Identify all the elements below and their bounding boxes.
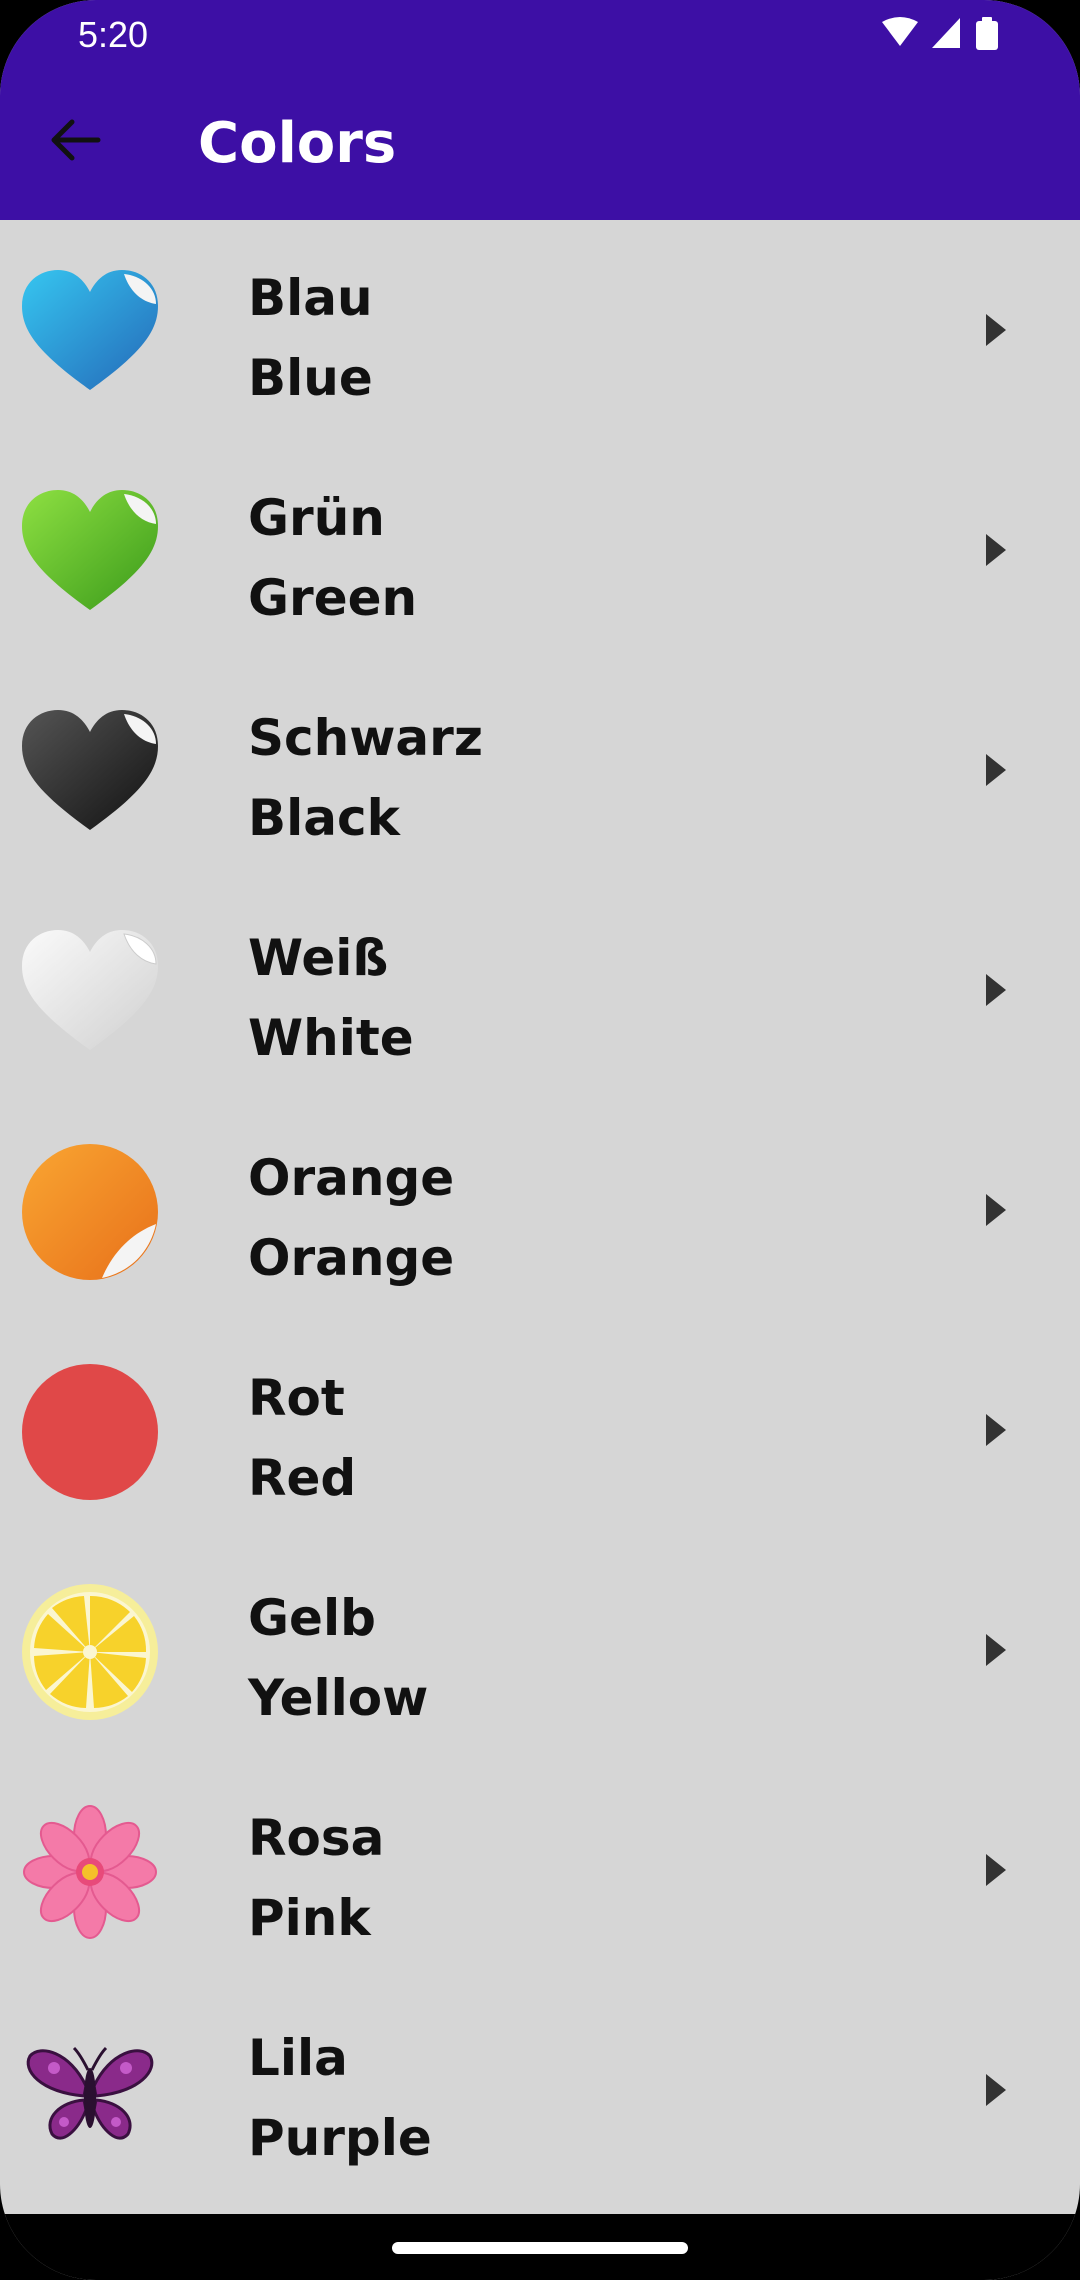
- status-icons: [880, 16, 1010, 52]
- german-word: Schwarz: [248, 709, 483, 767]
- chevron-right-icon: [986, 754, 1006, 786]
- arrow-left-icon: [51, 119, 101, 161]
- signal-icon: [932, 18, 960, 48]
- battery-icon: [976, 17, 998, 50]
- english-word: White: [248, 1009, 414, 1067]
- purple-butterfly-icon: [20, 2022, 160, 2162]
- german-word: Rosa: [248, 1809, 385, 1867]
- black-heart-icon: [20, 702, 160, 842]
- german-word: Rot: [248, 1369, 345, 1427]
- chevron-right-icon: [986, 314, 1006, 346]
- chevron-right-icon: [986, 1414, 1006, 1446]
- green-heart-icon: [20, 482, 160, 622]
- chevron-right-icon: [986, 1634, 1006, 1666]
- lemon-slice-icon: [20, 1582, 160, 1722]
- pink-flower-icon: [20, 1802, 160, 1942]
- color-row-blue[interactable]: Blau Blue: [0, 220, 1080, 440]
- color-row-red[interactable]: Rot Red: [0, 1320, 1080, 1540]
- german-word: Blau: [248, 269, 373, 327]
- color-row-orange[interactable]: Orange Orange: [0, 1100, 1080, 1320]
- chevron-right-icon: [986, 1854, 1006, 1886]
- color-row-purple[interactable]: Lila Purple: [0, 1980, 1080, 2200]
- german-word: Orange: [248, 1149, 455, 1207]
- wifi-icon: [882, 17, 918, 46]
- english-word: Pink: [248, 1889, 371, 1947]
- chevron-right-icon: [986, 2074, 1006, 2106]
- english-word: Black: [248, 789, 400, 847]
- white-heart-icon: [20, 922, 160, 1062]
- english-word: Green: [248, 569, 418, 627]
- german-word: Grün: [248, 489, 385, 547]
- home-indicator[interactable]: [392, 2242, 688, 2254]
- chevron-right-icon: [986, 1194, 1006, 1226]
- english-word: Orange: [248, 1229, 455, 1287]
- english-word: Red: [248, 1449, 357, 1507]
- app-bar: 5:20 Colors: [0, 0, 1080, 220]
- color-row-green[interactable]: Grün Green: [0, 440, 1080, 660]
- german-word: Gelb: [248, 1589, 376, 1647]
- german-word: Weiß: [248, 929, 389, 987]
- red-circle-icon: [20, 1362, 160, 1502]
- page-title: Colors: [198, 111, 397, 176]
- color-row-pink[interactable]: Rosa Pink: [0, 1760, 1080, 1980]
- color-row-yellow[interactable]: Gelb Yellow: [0, 1540, 1080, 1760]
- blue-heart-icon: [20, 262, 160, 402]
- english-word: Purple: [248, 2109, 432, 2167]
- chevron-right-icon: [986, 974, 1006, 1006]
- german-word: Lila: [248, 2029, 348, 2087]
- english-word: Blue: [248, 349, 373, 407]
- english-word: Yellow: [248, 1669, 429, 1727]
- back-button[interactable]: [44, 108, 108, 172]
- status-time: 5:20: [78, 14, 149, 55]
- orange-circle-icon: [20, 1142, 160, 1282]
- chevron-right-icon: [986, 534, 1006, 566]
- screen: 5:20 Colors Blau Blue Grün Green Schwarz…: [0, 0, 1080, 2280]
- color-row-white[interactable]: Weiß White: [0, 880, 1080, 1100]
- color-list: Blau Blue Grün Green Schwarz Black Weiß …: [0, 220, 1080, 2200]
- color-row-black[interactable]: Schwarz Black: [0, 660, 1080, 880]
